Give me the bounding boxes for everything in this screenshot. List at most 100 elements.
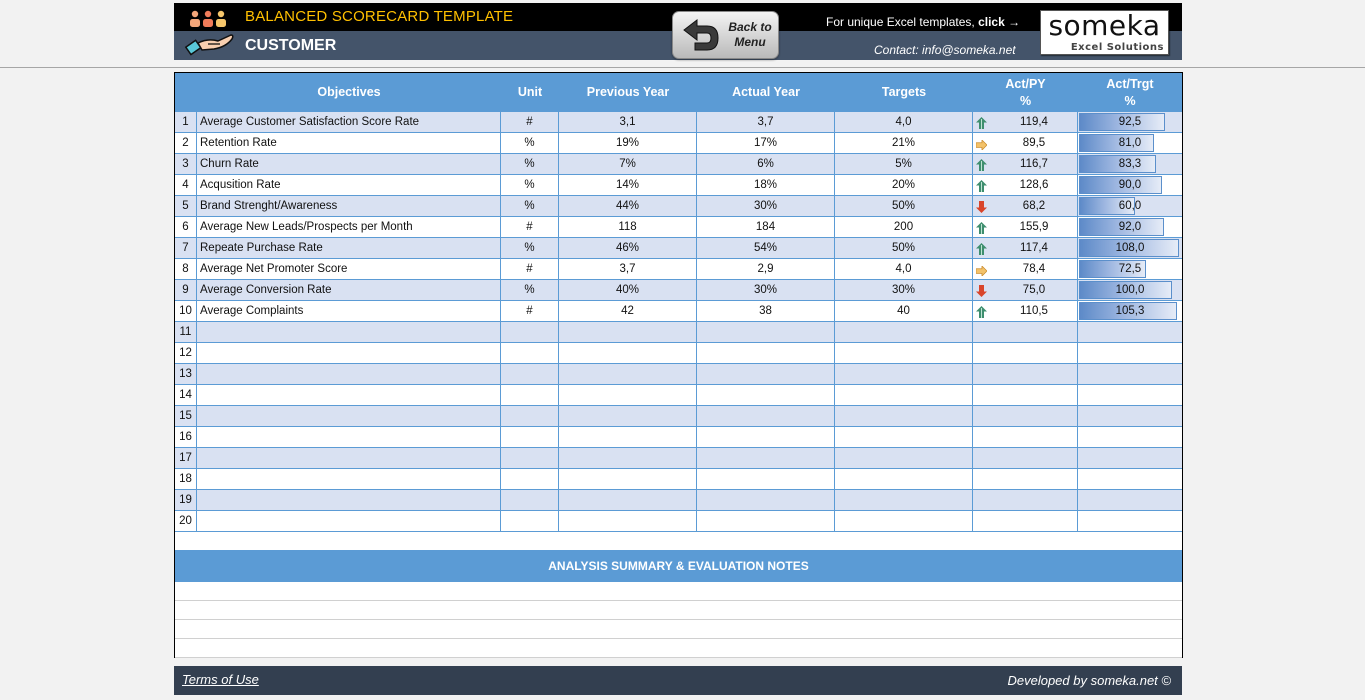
previous-year-cell[interactable]	[559, 364, 697, 384]
notes-line[interactable]	[175, 639, 1182, 658]
contact-email[interactable]: Contact: info@someka.net	[874, 43, 1016, 57]
target-cell[interactable]: 40	[835, 301, 973, 321]
previous-year-cell[interactable]: 19%	[559, 133, 697, 153]
actual-year-cell[interactable]: 30%	[697, 196, 835, 216]
target-cell[interactable]: 21%	[835, 133, 973, 153]
terms-of-use-link[interactable]: Terms of Use	[182, 672, 259, 687]
unit-cell[interactable]: %	[501, 175, 559, 195]
objective-cell[interactable]: Average New Leads/Prospects per Month	[197, 217, 501, 237]
target-cell[interactable]: 4,0	[835, 112, 973, 132]
actual-year-cell[interactable]: 184	[697, 217, 835, 237]
unit-cell[interactable]	[501, 385, 559, 405]
unit-cell[interactable]: %	[501, 238, 559, 258]
notes-line[interactable]	[175, 601, 1182, 620]
target-cell[interactable]: 200	[835, 217, 973, 237]
previous-year-cell[interactable]	[559, 469, 697, 489]
promo-click[interactable]: click →	[978, 15, 1020, 29]
previous-year-cell[interactable]: 3,1	[559, 112, 697, 132]
target-cell[interactable]: 50%	[835, 196, 973, 216]
unit-cell[interactable]: #	[501, 217, 559, 237]
actual-year-cell[interactable]	[697, 406, 835, 426]
unit-cell[interactable]	[501, 343, 559, 363]
unit-cell[interactable]: #	[501, 301, 559, 321]
target-cell[interactable]: 30%	[835, 280, 973, 300]
previous-year-cell[interactable]: 44%	[559, 196, 697, 216]
objective-cell[interactable]: Average Net Promoter Score	[197, 259, 501, 279]
objective-cell[interactable]	[197, 469, 501, 489]
unit-cell[interactable]	[501, 469, 559, 489]
back-to-menu-button[interactable]: Back to Menu	[672, 11, 779, 59]
previous-year-cell[interactable]	[559, 448, 697, 468]
actual-year-cell[interactable]: 30%	[697, 280, 835, 300]
previous-year-cell[interactable]: 14%	[559, 175, 697, 195]
objective-cell[interactable]: Churn Rate	[197, 154, 501, 174]
unit-cell[interactable]: %	[501, 196, 559, 216]
objective-cell[interactable]	[197, 490, 501, 510]
previous-year-cell[interactable]: 3,7	[559, 259, 697, 279]
objective-cell[interactable]	[197, 385, 501, 405]
actual-year-cell[interactable]: 17%	[697, 133, 835, 153]
unit-cell[interactable]: #	[501, 112, 559, 132]
objective-cell[interactable]: Brand Strenght/Awareness	[197, 196, 501, 216]
unit-cell[interactable]	[501, 511, 559, 531]
previous-year-cell[interactable]	[559, 385, 697, 405]
unit-cell[interactable]	[501, 322, 559, 342]
previous-year-cell[interactable]: 118	[559, 217, 697, 237]
actual-year-cell[interactable]	[697, 343, 835, 363]
unit-cell[interactable]	[501, 406, 559, 426]
notes-line[interactable]	[175, 582, 1182, 601]
unit-cell[interactable]: %	[501, 280, 559, 300]
previous-year-cell[interactable]	[559, 427, 697, 447]
objective-cell[interactable]	[197, 511, 501, 531]
actual-year-cell[interactable]	[697, 385, 835, 405]
target-cell[interactable]	[835, 469, 973, 489]
objective-cell[interactable]	[197, 448, 501, 468]
actual-year-cell[interactable]: 38	[697, 301, 835, 321]
unit-cell[interactable]: %	[501, 154, 559, 174]
target-cell[interactable]: 50%	[835, 238, 973, 258]
target-cell[interactable]: 20%	[835, 175, 973, 195]
previous-year-cell[interactable]: 7%	[559, 154, 697, 174]
actual-year-cell[interactable]	[697, 448, 835, 468]
target-cell[interactable]	[835, 448, 973, 468]
target-cell[interactable]: 4,0	[835, 259, 973, 279]
actual-year-cell[interactable]: 2,9	[697, 259, 835, 279]
someka-logo[interactable]: someka Excel Solutions	[1040, 9, 1169, 55]
objective-cell[interactable]	[197, 427, 501, 447]
target-cell[interactable]	[835, 490, 973, 510]
actual-year-cell[interactable]: 18%	[697, 175, 835, 195]
previous-year-cell[interactable]: 46%	[559, 238, 697, 258]
actual-year-cell[interactable]	[697, 490, 835, 510]
previous-year-cell[interactable]	[559, 322, 697, 342]
previous-year-cell[interactable]	[559, 343, 697, 363]
previous-year-cell[interactable]: 40%	[559, 280, 697, 300]
unit-cell[interactable]: #	[501, 259, 559, 279]
actual-year-cell[interactable]	[697, 511, 835, 531]
actual-year-cell[interactable]: 6%	[697, 154, 835, 174]
objective-cell[interactable]	[197, 343, 501, 363]
actual-year-cell[interactable]	[697, 364, 835, 384]
target-cell[interactable]	[835, 385, 973, 405]
unit-cell[interactable]	[501, 364, 559, 384]
objective-cell[interactable]: Average Complaints	[197, 301, 501, 321]
unit-cell[interactable]	[501, 427, 559, 447]
notes-line[interactable]	[175, 620, 1182, 639]
target-cell[interactable]: 5%	[835, 154, 973, 174]
previous-year-cell[interactable]	[559, 406, 697, 426]
objective-cell[interactable]: Retention Rate	[197, 133, 501, 153]
unit-cell[interactable]	[501, 490, 559, 510]
target-cell[interactable]	[835, 427, 973, 447]
actual-year-cell[interactable]: 3,7	[697, 112, 835, 132]
objective-cell[interactable]: Repeate Purchase Rate	[197, 238, 501, 258]
actual-year-cell[interactable]	[697, 322, 835, 342]
actual-year-cell[interactable]	[697, 469, 835, 489]
target-cell[interactable]	[835, 343, 973, 363]
objective-cell[interactable]: Acqusition Rate	[197, 175, 501, 195]
promo-link[interactable]: For unique Excel templates, click →	[826, 15, 1020, 29]
target-cell[interactable]	[835, 406, 973, 426]
actual-year-cell[interactable]: 54%	[697, 238, 835, 258]
previous-year-cell[interactable]	[559, 490, 697, 510]
unit-cell[interactable]: %	[501, 133, 559, 153]
objective-cell[interactable]	[197, 322, 501, 342]
objective-cell[interactable]	[197, 406, 501, 426]
